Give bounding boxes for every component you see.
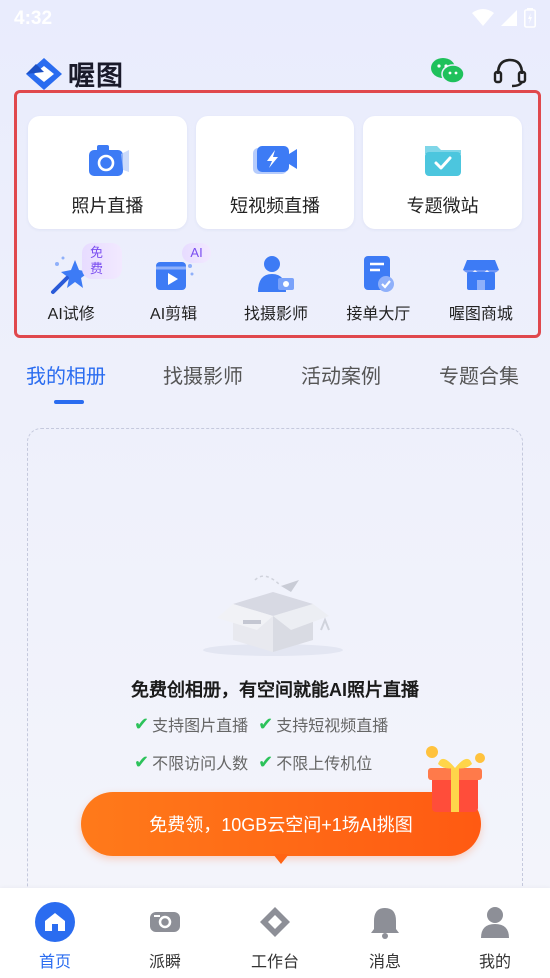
nav-label: 我的 bbox=[478, 954, 511, 971]
tool-store[interactable]: 喔图商城 bbox=[430, 240, 532, 330]
signal-icon bbox=[500, 9, 518, 32]
content-tabs: 我的相册 找摄影师 活动案例 专题合集 bbox=[0, 360, 550, 406]
store-icon bbox=[462, 260, 499, 290]
feature-text: 不限上传机位 bbox=[276, 756, 373, 773]
logo-text: 喔图 bbox=[68, 61, 124, 91]
folder-check-icon bbox=[424, 146, 461, 176]
ai-badge: AI bbox=[182, 243, 211, 263]
logo-mark-icon bbox=[26, 57, 62, 90]
tool-label: 接单大厅 bbox=[346, 306, 411, 323]
promo-pointer bbox=[273, 854, 289, 864]
tool-label: AI试修 bbox=[47, 306, 95, 323]
bottom-nav: 首页 派瞬 工作台 消息 我的 bbox=[0, 888, 550, 978]
empty-state-features: ✔ 支持图片直播 ✔ 支持短视频直播 ✔ 不限访问人数 ✔ 不限上传机位 bbox=[134, 705, 434, 781]
check-icon: ✔ bbox=[134, 713, 150, 734]
user-icon bbox=[475, 902, 515, 942]
check-icon: ✔ bbox=[258, 751, 274, 772]
video-camera-icon bbox=[253, 146, 297, 174]
card-label: 照片直播 bbox=[71, 196, 144, 216]
card-topic-site[interactable]: 专题微站 bbox=[363, 116, 523, 229]
tool-label: AI剪辑 bbox=[150, 306, 198, 323]
moments-icon bbox=[145, 902, 185, 942]
status-time: 4:32 bbox=[14, 8, 53, 29]
card-label: 短视频直播 bbox=[230, 196, 320, 216]
status-bar: 4:32 bbox=[0, 0, 550, 38]
photographer-icon bbox=[258, 256, 295, 292]
bell-icon bbox=[365, 902, 405, 942]
free-badge: 免费 bbox=[82, 243, 123, 279]
feature-item: ✔ 不限上传机位 bbox=[258, 750, 372, 774]
tool-find-photographer[interactable]: 找摄影师 bbox=[225, 240, 327, 330]
tab-my-albums[interactable]: 我的相册 bbox=[26, 360, 106, 389]
wifi-icon bbox=[472, 9, 494, 32]
wechat-icon[interactable] bbox=[430, 56, 466, 91]
camera-icon bbox=[89, 145, 130, 176]
app-header: 喔图 bbox=[0, 50, 550, 94]
empty-state-title: 免费创相册，有空间就能AI照片直播 bbox=[131, 680, 419, 700]
tool-label: 找摄影师 bbox=[244, 306, 309, 323]
gift-icon bbox=[426, 746, 485, 812]
feature-row: ✔ 支持图片直播 ✔ 支持短视频直播 bbox=[134, 705, 434, 743]
nav-workbench[interactable]: 工作台 bbox=[220, 888, 330, 978]
nav-moments[interactable]: 派瞬 bbox=[110, 888, 220, 978]
tab-topic-collections[interactable]: 专题合集 bbox=[439, 360, 519, 389]
tab-find-photographer[interactable]: 找摄影师 bbox=[163, 360, 243, 389]
feature-row: ✔ 不限访问人数 ✔ 不限上传机位 bbox=[134, 743, 434, 781]
workbench-icon bbox=[255, 902, 295, 942]
card-label: 专题微站 bbox=[406, 196, 479, 216]
nav-label: 工作台 bbox=[250, 954, 299, 971]
tool-order-hall[interactable]: 接单大厅 bbox=[327, 240, 429, 330]
feature-item: ✔ 支持短视频直播 bbox=[258, 712, 388, 736]
feature-item: ✔ 支持图片直播 bbox=[134, 712, 248, 736]
order-document-icon bbox=[364, 256, 395, 292]
home-icon bbox=[35, 902, 75, 942]
feature-text: 支持短视频直播 bbox=[276, 718, 389, 735]
nav-home[interactable]: 首页 bbox=[0, 888, 110, 978]
customer-service-icon[interactable] bbox=[492, 56, 528, 93]
tool-ai-edit[interactable]: AI AI剪辑 bbox=[122, 240, 224, 330]
app-logo: 喔图 bbox=[24, 54, 124, 93]
nav-label: 消息 bbox=[368, 954, 401, 971]
battery-icon bbox=[524, 8, 536, 33]
feature-text: 不限访问人数 bbox=[152, 756, 249, 773]
tool-label: 喔图商城 bbox=[448, 306, 513, 323]
tools-row: 免费 AI试修 AI AI剪辑 找摄影师 接单大厅 喔图商城 bbox=[20, 240, 532, 330]
card-video-live[interactable]: 短视频直播 bbox=[195, 116, 355, 229]
check-icon: ✔ bbox=[258, 713, 274, 734]
check-icon: ✔ bbox=[134, 751, 150, 772]
nav-messages[interactable]: 消息 bbox=[330, 888, 440, 978]
tool-ai-retouch[interactable]: 免费 AI试修 bbox=[20, 240, 123, 330]
feature-item: ✔ 不限访问人数 bbox=[134, 750, 248, 774]
feature-cards: 照片直播 短视频直播 专题微站 bbox=[28, 116, 523, 229]
feature-text: 支持图片直播 bbox=[152, 718, 249, 735]
nav-profile[interactable]: 我的 bbox=[440, 888, 550, 978]
card-photo-live[interactable]: 照片直播 bbox=[28, 116, 187, 229]
active-tab-indicator bbox=[54, 400, 84, 404]
nav-label: 首页 bbox=[38, 954, 71, 971]
tab-event-cases[interactable]: 活动案例 bbox=[301, 360, 381, 389]
empty-box-illustration bbox=[203, 575, 343, 656]
status-icons bbox=[472, 8, 536, 33]
nav-label: 派瞬 bbox=[148, 954, 181, 971]
